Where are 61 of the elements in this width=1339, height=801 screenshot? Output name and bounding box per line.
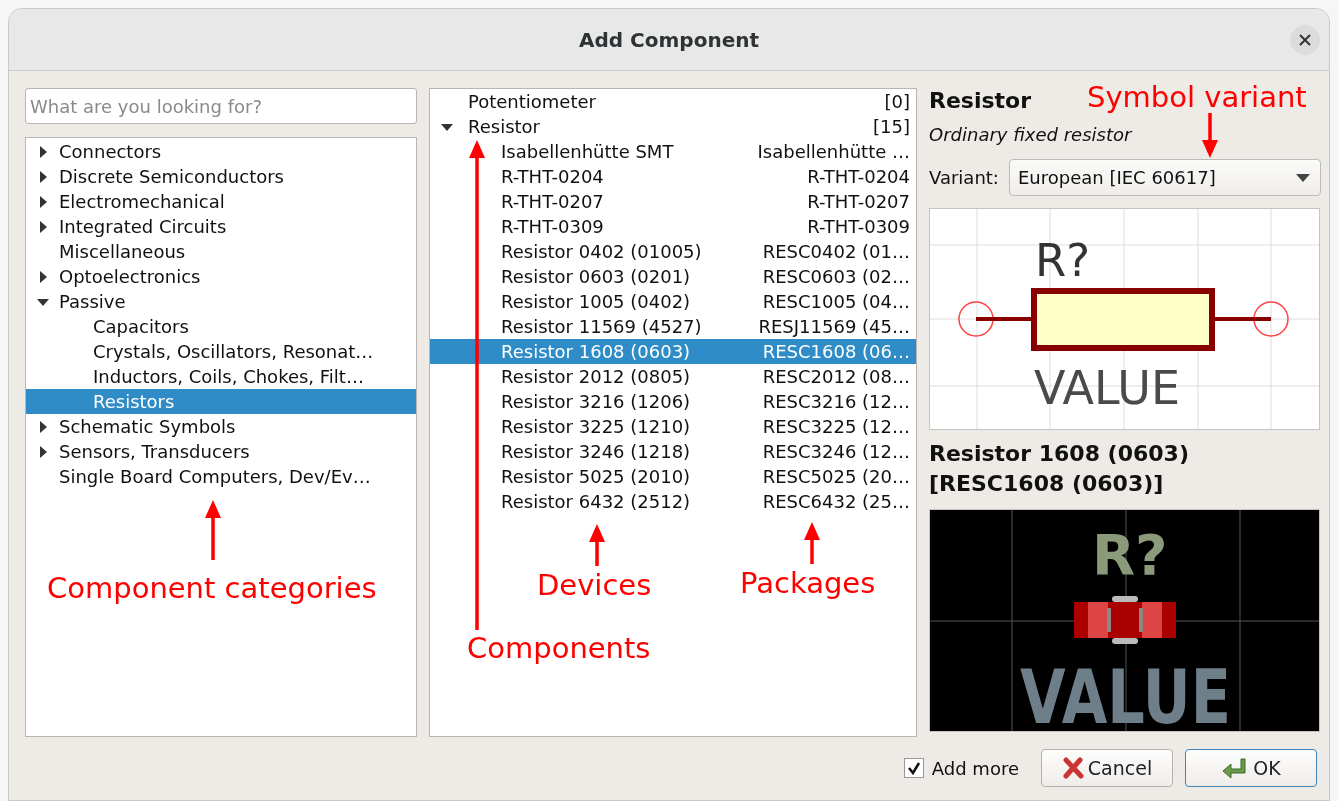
dropdown-arrow-icon bbox=[1296, 173, 1310, 182]
category-item[interactable]: Capacitors bbox=[93, 314, 189, 339]
value-label: VALUE bbox=[1020, 654, 1285, 732]
device-row[interactable]: R-THT-0204 R-THT-0204 bbox=[430, 164, 916, 189]
device-row[interactable]: Resistor 2012 (0805) RESC2012 (08… bbox=[430, 364, 916, 389]
annotation-label: Packages bbox=[740, 566, 876, 600]
reference-label: R? bbox=[1035, 234, 1091, 287]
annotation-arrow bbox=[588, 524, 606, 566]
add-more-checkbox[interactable]: Add more bbox=[903, 754, 1019, 782]
category-item[interactable]: Discrete Semiconductors bbox=[59, 164, 284, 189]
device-row[interactable]: Resistor 3216 (1206) RESC3216 (12… bbox=[430, 389, 916, 414]
close-icon bbox=[1298, 33, 1312, 47]
device-row[interactable]: Resistor 1608 (0603) RESC1608 (06… bbox=[430, 339, 916, 364]
annotation-arrow bbox=[1201, 113, 1219, 158]
category-item[interactable]: Crystals, Oscillators, Resonat… bbox=[93, 339, 374, 364]
value-label: VALUE bbox=[1034, 361, 1181, 415]
window-title: Add Component bbox=[579, 26, 759, 54]
variant-dropdown[interactable]: European [IEC 60617] bbox=[1008, 159, 1321, 196]
count-label: [0] bbox=[884, 90, 910, 114]
annotation-arrow bbox=[803, 522, 821, 564]
category-item[interactable]: Inductors, Coils, Chokes, Filt… bbox=[93, 364, 364, 389]
count-label: [15] bbox=[873, 115, 910, 139]
device-row[interactable]: Resistor 1005 (0402) RESC1005 (04… bbox=[430, 289, 916, 314]
search-field[interactable]: What are you looking for? bbox=[25, 88, 417, 124]
annotation-arrow bbox=[204, 500, 222, 560]
device-row[interactable]: R-THT-0309 R-THT-0309 bbox=[430, 214, 916, 239]
close-button[interactable] bbox=[1290, 25, 1320, 55]
component-item[interactable]: Resistor bbox=[468, 114, 874, 139]
category-item[interactable]: Miscellaneous bbox=[59, 239, 186, 264]
cross-icon bbox=[1061, 757, 1084, 779]
component-description: Ordinary fixed resistor bbox=[929, 123, 1132, 147]
category-item[interactable]: Schematic Symbols bbox=[59, 414, 236, 439]
device-row[interactable]: Resistor 11569 (4527) RESJ11569 (45… bbox=[430, 314, 916, 339]
component-title: Resistor bbox=[929, 88, 1032, 114]
category-item[interactable]: Electromechanical bbox=[59, 189, 225, 214]
device-row[interactable]: Resistor 0603 (0201) RESC0603 (02… bbox=[430, 264, 916, 289]
device-row[interactable]: Resistor 6432 (2512) RESC6432 (25… bbox=[430, 489, 916, 514]
category-item[interactable]: Sensors, Transducers bbox=[59, 439, 250, 464]
category-item[interactable]: Passive bbox=[59, 289, 126, 314]
variant-label: Variant: bbox=[929, 166, 999, 190]
annotation-label: Symbol variant bbox=[1087, 80, 1307, 114]
category-item[interactable]: Single Board Computers, Dev/Ev… bbox=[59, 464, 371, 489]
category-item[interactable]: Integrated Circuits bbox=[59, 214, 227, 239]
device-row[interactable]: Resistor 0402 (01005) RESC0402 (01… bbox=[430, 239, 916, 264]
footprint-title: Resistor 1608 (0603) [RESC1608 (0603)] bbox=[929, 440, 1190, 498]
checkmark-icon bbox=[906, 761, 921, 775]
annotation-label: Component categories bbox=[47, 571, 377, 605]
annotation-label: Devices bbox=[537, 568, 652, 602]
annotation-label: Components bbox=[467, 631, 651, 665]
component-item[interactable]: Potentiometer bbox=[468, 89, 885, 114]
device-row[interactable]: Resistor 3225 (1210) RESC3225 (12… bbox=[430, 414, 916, 439]
cancel-button[interactable]: Cancel bbox=[1041, 749, 1173, 787]
device-row[interactable]: R-THT-0207 R-THT-0207 bbox=[430, 189, 916, 214]
ok-button[interactable]: OK bbox=[1185, 749, 1317, 787]
category-item[interactable]: Optoelectronics bbox=[59, 264, 201, 289]
device-row[interactable]: Resistor 3246 (1218) RESC3246 (12… bbox=[430, 439, 916, 464]
reference-label: R? bbox=[1092, 522, 1168, 587]
device-row[interactable]: Isabellenhütte SMT Isabellenhütte … bbox=[430, 139, 916, 164]
device-row[interactable]: Resistor 5025 (2010) RESC5025 (20… bbox=[430, 464, 916, 489]
category-item[interactable]: Connectors bbox=[59, 139, 162, 164]
category-item[interactable]: Resistors bbox=[26, 389, 416, 414]
